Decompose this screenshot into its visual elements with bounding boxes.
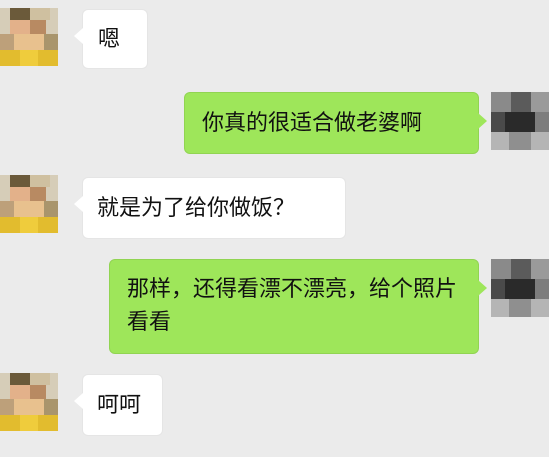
bubble-tail	[74, 28, 83, 44]
contact-avatar[interactable]	[0, 8, 58, 66]
blurred-avatar-icon	[0, 175, 58, 233]
self-avatar[interactable]	[491, 259, 549, 317]
blurred-avatar-icon	[0, 373, 58, 431]
message-text: 呵呵	[97, 393, 142, 418]
blurred-avatar-icon	[491, 92, 549, 150]
blurred-avatar-icon	[0, 8, 58, 66]
message-bubble-outgoing[interactable]: 你真的很适合做老婆啊	[184, 92, 487, 154]
message-text: 那样，还得看漂不漂亮，给个照片看看	[127, 277, 458, 335]
blurred-avatar-icon	[491, 259, 549, 317]
message-text: 嗯	[98, 27, 121, 52]
self-avatar[interactable]	[491, 92, 549, 150]
contact-avatar[interactable]	[0, 175, 58, 233]
message-bubble-incoming[interactable]: 嗯	[74, 9, 148, 69]
message-bubble-incoming[interactable]: 就是为了给你做饭？	[74, 177, 346, 239]
message-bubble-outgoing[interactable]: 那样，还得看漂不漂亮，给个照片看看	[109, 259, 487, 354]
bubble-tail	[478, 280, 487, 296]
bubble-tail	[74, 393, 83, 409]
bubble-tail	[74, 196, 83, 212]
message-bubble-incoming[interactable]: 呵呵	[74, 374, 163, 436]
bubble-tail	[478, 113, 487, 129]
message-text: 就是为了给你做饭？	[97, 196, 296, 221]
message-text: 你真的很适合做老婆啊	[202, 111, 423, 136]
contact-avatar[interactable]	[0, 373, 58, 431]
